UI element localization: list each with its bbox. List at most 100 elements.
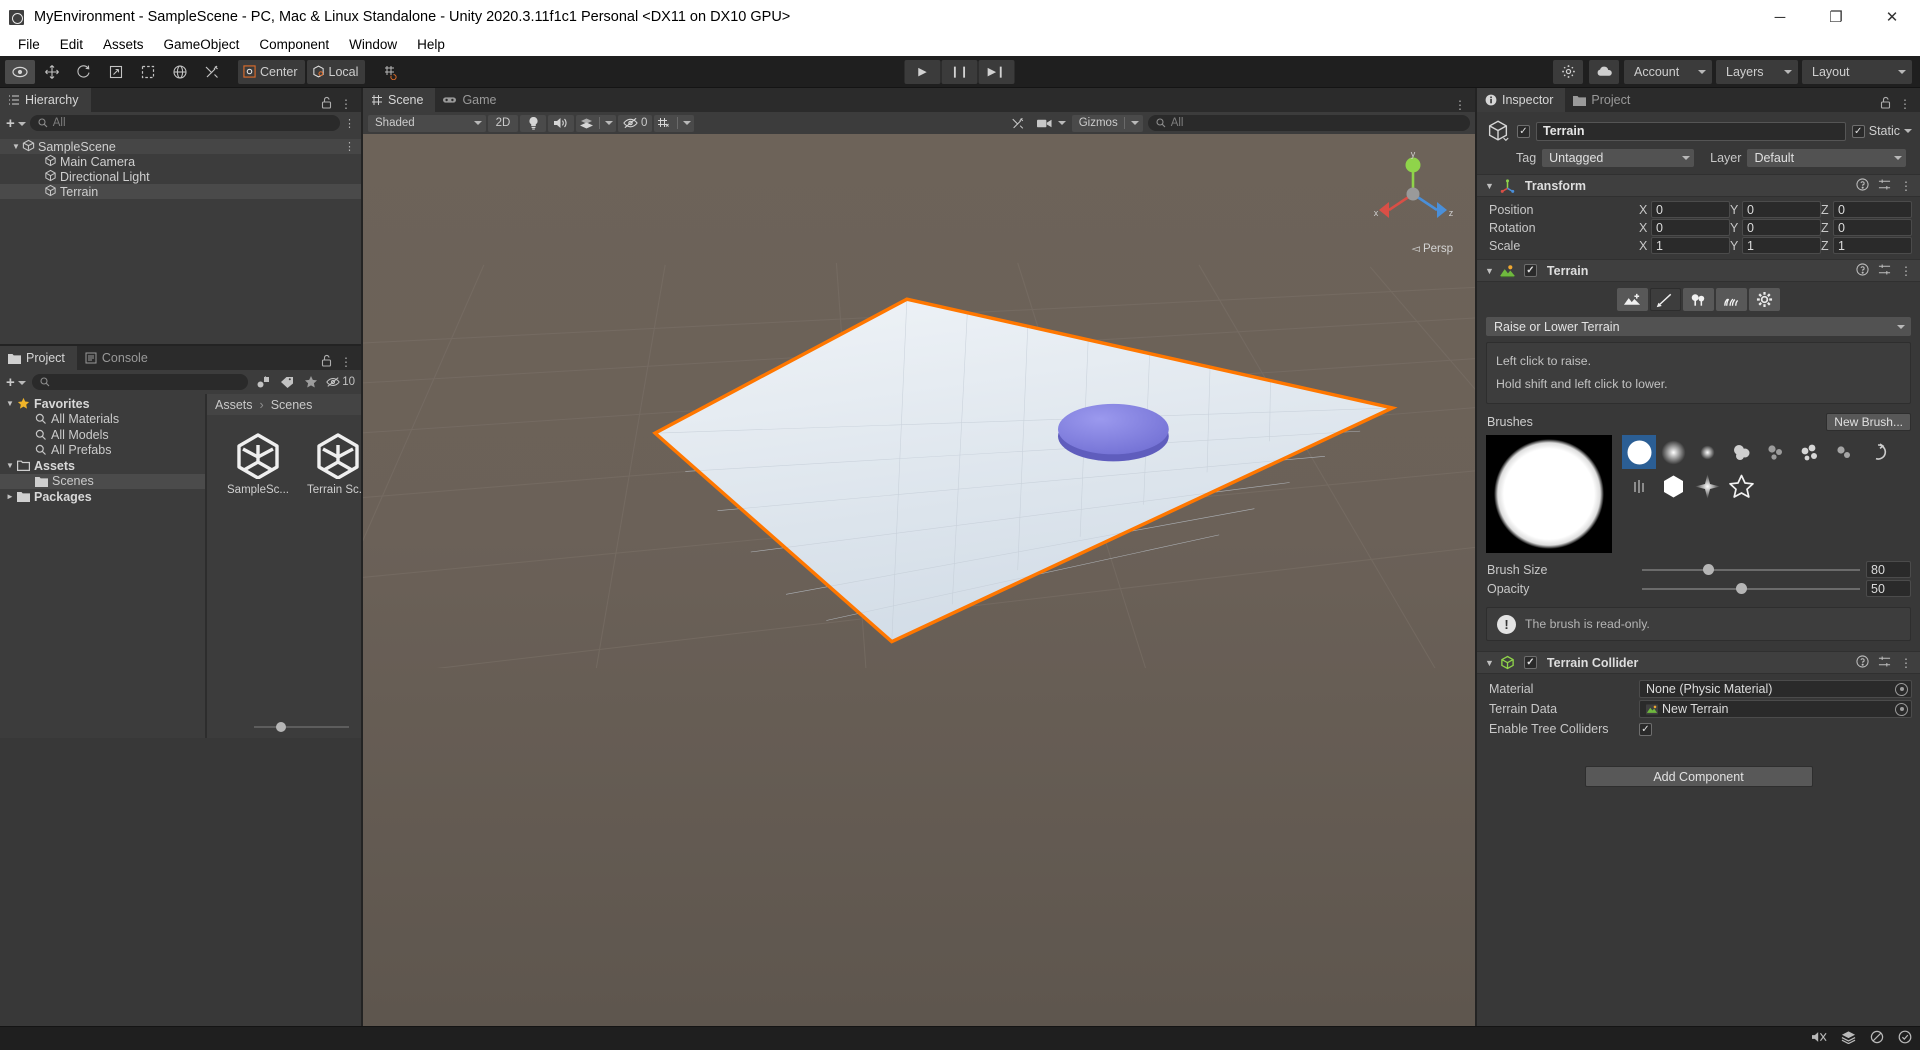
static-toggle-group[interactable]: ✓ Static: [1851, 124, 1912, 138]
check-circle-icon[interactable]: [1898, 1030, 1912, 1047]
draw-mode-dropdown[interactable]: Shaded: [368, 114, 486, 132]
hierarchy-menu-icon[interactable]: ⋮: [340, 97, 352, 111]
pause-button[interactable]: ❙❙: [941, 59, 978, 84]
project-tree-item-all-materials[interactable]: All Materials: [0, 412, 205, 428]
play-button[interactable]: ▶: [904, 59, 941, 84]
project-tree-item-favorites[interactable]: ▼ Favorites: [0, 396, 205, 412]
scale-y-input[interactable]: 1: [1742, 237, 1821, 254]
scene-tools-icon[interactable]: [1005, 115, 1031, 132]
paint-trees-tool[interactable]: [1683, 288, 1714, 311]
menu-item-assets[interactable]: Assets: [93, 34, 154, 56]
help-icon[interactable]: [1856, 177, 1869, 194]
project-tree-item-all-prefabs[interactable]: All Prefabs: [0, 443, 205, 459]
inspector-menu-icon[interactable]: ⋮: [1899, 97, 1911, 111]
scene-search-input[interactable]: All: [1147, 115, 1471, 131]
add-component-button[interactable]: Add Component: [1584, 766, 1813, 787]
gizmos-button[interactable]: Gizmos: [1071, 114, 1143, 132]
account-dropdown[interactable]: Account: [1624, 59, 1712, 84]
rect-tool-icon[interactable]: [133, 60, 163, 84]
hierarchy-item-directional-light[interactable]: Directional Light: [0, 169, 361, 184]
pivot-rotation-button[interactable]: Local: [306, 59, 366, 84]
favorite-filter-icon[interactable]: [302, 373, 320, 391]
minimize-button[interactable]: ─: [1752, 0, 1808, 34]
menu-item-help[interactable]: Help: [407, 34, 455, 56]
preset-icon[interactable]: [1878, 263, 1891, 279]
hand-tool-icon[interactable]: [5, 59, 35, 84]
foldout-arrow-icon[interactable]: ▼: [4, 399, 16, 408]
object-picker-icon[interactable]: [1895, 702, 1908, 716]
layers-status-icon[interactable]: [1841, 1030, 1856, 1047]
hierarchy-item-samplescene[interactable]: ▼ SampleScene ⋮: [0, 139, 361, 154]
menu-item-file[interactable]: File: [8, 34, 50, 56]
foldout-arrow-icon[interactable]: ▼: [4, 461, 16, 470]
preset-icon[interactable]: [1878, 655, 1891, 671]
opacity-slider[interactable]: [1642, 582, 1860, 596]
no-preview-icon[interactable]: [1870, 1030, 1884, 1047]
close-button[interactable]: ✕: [1864, 0, 1920, 34]
custom-tool-icon[interactable]: [197, 60, 227, 84]
gameobject-name-input[interactable]: Terrain: [1536, 121, 1846, 141]
brush-item-5[interactable]: [1792, 435, 1826, 469]
breadcrumb-scenes[interactable]: Scenes: [271, 398, 313, 412]
scene-grid-toggle[interactable]: [654, 114, 695, 132]
gameobject-enabled-checkbox[interactable]: ✓: [1517, 124, 1530, 138]
tab-inspector[interactable]: Inspector: [1477, 88, 1566, 112]
foldout-arrow-icon[interactable]: ▼: [1485, 658, 1494, 668]
tree-colliders-checkbox[interactable]: ✓: [1639, 722, 1652, 736]
transform-tool-icon[interactable]: [165, 60, 195, 84]
brush-item-11[interactable]: [1724, 469, 1758, 503]
position-y-input[interactable]: 0: [1742, 201, 1821, 218]
help-icon[interactable]: [1856, 262, 1869, 279]
tab-project-right[interactable]: Project: [1565, 88, 1643, 112]
paint-terrain-tool[interactable]: [1650, 288, 1681, 311]
tab-hierarchy[interactable]: Hierarchy: [0, 88, 91, 112]
rotation-y-input[interactable]: 0: [1742, 219, 1821, 236]
lock-icon[interactable]: [321, 96, 332, 112]
scene-audio-toggle[interactable]: [548, 114, 574, 132]
terrain-mode-dropdown[interactable]: Raise or Lower Terrain: [1486, 317, 1911, 336]
rotate-tool-icon[interactable]: [69, 60, 99, 84]
maximize-button[interactable]: ❐: [1808, 0, 1864, 34]
create-gameobject-button[interactable]: +: [6, 115, 26, 132]
project-tree-item-scenes[interactable]: Scenes: [0, 473, 205, 489]
scene-fx-toggle[interactable]: [576, 114, 616, 132]
tag-dropdown[interactable]: Untagged: [1542, 149, 1695, 167]
material-object-field[interactable]: None (Physic Material): [1639, 680, 1912, 698]
inspector-lock-icon[interactable]: [1880, 96, 1891, 112]
project-tree-item-packages[interactable]: ► Packages: [0, 489, 205, 505]
help-icon[interactable]: [1856, 654, 1869, 671]
brush-size-value[interactable]: 80: [1866, 561, 1911, 578]
menu-item-edit[interactable]: Edit: [50, 34, 93, 56]
paint-details-tool[interactable]: [1716, 288, 1747, 311]
scene-context-menu-icon[interactable]: ⋮: [344, 140, 355, 153]
project-menu-icon[interactable]: ⋮: [340, 355, 352, 369]
component-menu-icon[interactable]: ⋮: [1900, 656, 1912, 670]
hierarchy-search-input[interactable]: All: [29, 115, 340, 131]
project-tree-item-all-models[interactable]: All Models: [0, 427, 205, 443]
scene-camera-button[interactable]: [1033, 115, 1070, 132]
terrain-collider-component-header[interactable]: ▼ ✓ Terrain Collider ⋮: [1477, 651, 1920, 674]
rotation-x-input[interactable]: 0: [1651, 219, 1730, 236]
project-tree-item-assets[interactable]: ▼ Assets: [0, 458, 205, 474]
terrain-settings-tool[interactable]: [1749, 288, 1780, 311]
menu-item-gameobject[interactable]: GameObject: [154, 34, 250, 56]
menu-item-window[interactable]: Window: [339, 34, 407, 56]
brush-item-3[interactable]: [1724, 435, 1758, 469]
hidden-assets-indicator[interactable]: 10: [326, 373, 355, 391]
scene-menu-icon[interactable]: ⋮: [1454, 98, 1466, 112]
brush-item-0[interactable]: [1622, 435, 1656, 469]
menu-item-component[interactable]: Component: [249, 34, 339, 56]
brush-item-7[interactable]: [1860, 435, 1894, 469]
component-menu-icon[interactable]: ⋮: [1900, 179, 1912, 193]
create-neighbor-terrains-tool[interactable]: [1617, 288, 1648, 311]
mute-audio-icon[interactable]: [1812, 1030, 1827, 1047]
chevron-down-icon[interactable]: [1904, 129, 1912, 133]
brush-item-10[interactable]: [1690, 469, 1724, 503]
layer-dropdown[interactable]: Default: [1747, 149, 1906, 167]
slider-knob[interactable]: [276, 722, 286, 732]
new-brush-button[interactable]: New Brush...: [1826, 413, 1911, 431]
scale-x-input[interactable]: 1: [1651, 237, 1730, 254]
position-z-input[interactable]: 0: [1833, 201, 1912, 218]
static-checkbox[interactable]: ✓: [1851, 124, 1865, 138]
scene-axis-gizmo[interactable]: y x z: [1367, 148, 1459, 240]
